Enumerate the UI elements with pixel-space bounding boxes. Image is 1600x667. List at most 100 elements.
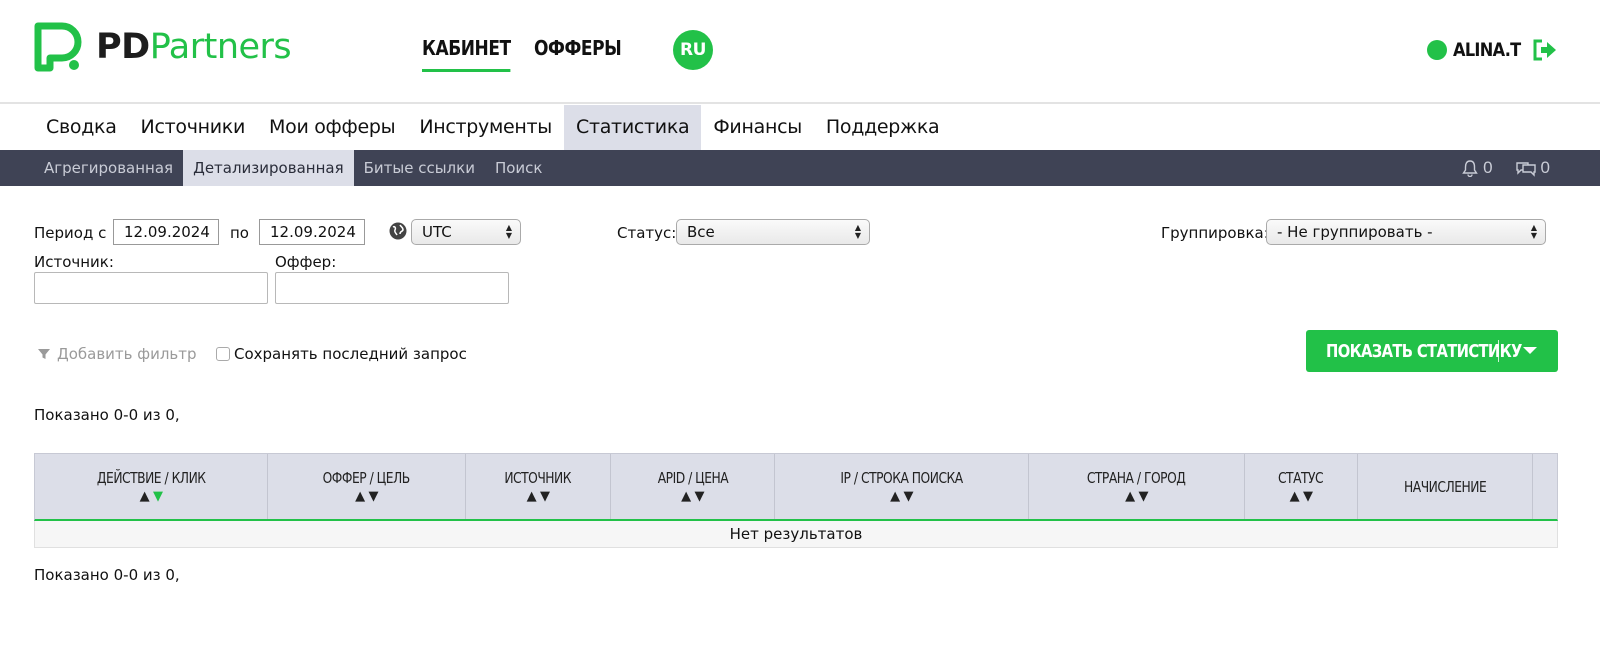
status-label: Статус: bbox=[617, 224, 677, 242]
submenu-aggregated[interactable]: Агрегированная bbox=[34, 150, 183, 186]
messages-counter[interactable]: 0 bbox=[1515, 158, 1550, 178]
submenu-search[interactable]: Поиск bbox=[485, 150, 553, 186]
show-statistics-label: ПОКАЗАТЬ СТАТИСТИКУ bbox=[1326, 340, 1522, 362]
sort-down-icon[interactable]: ▼ bbox=[1139, 489, 1149, 504]
sort-up-icon[interactable]: ▲ bbox=[1125, 489, 1135, 504]
sort-up-icon[interactable]: ▲ bbox=[681, 489, 691, 504]
save-last-request-checkbox[interactable] bbox=[216, 347, 230, 361]
globe-icon bbox=[389, 222, 407, 240]
menu-my-offers[interactable]: Мои офферы bbox=[257, 105, 407, 150]
save-last-request[interactable]: Сохранять последний запрос bbox=[216, 345, 467, 363]
menu-finance[interactable]: Финансы bbox=[701, 105, 814, 150]
notifications-counter[interactable]: 0 bbox=[1461, 158, 1493, 178]
user-menu[interactable]: ALINA.T bbox=[1427, 38, 1532, 62]
column-title: НАЧИСЛЕНИЕ bbox=[1403, 477, 1487, 496]
column-title: APID / ЦЕНА bbox=[657, 469, 728, 487]
counters: 0 0 bbox=[1461, 150, 1550, 186]
period-from-label: Период с bbox=[34, 224, 107, 242]
sort-up-icon[interactable]: ▲ bbox=[355, 489, 365, 504]
offer-input[interactable] bbox=[275, 272, 509, 304]
submenu-broken-links[interactable]: Битые ссылки bbox=[354, 150, 485, 186]
user-name: ALINA.T bbox=[1453, 39, 1521, 61]
save-last-request-label: Сохранять последний запрос bbox=[234, 345, 467, 363]
column-header[interactable]: ОФФЕР / ЦЕЛЬ ▲ ▼ bbox=[268, 454, 466, 519]
column-title: СТРАНА / ГОРОД bbox=[1087, 469, 1186, 487]
grouping-value: - Не группировать - bbox=[1277, 223, 1433, 241]
sort-down-icon[interactable]: ▼ bbox=[153, 489, 163, 504]
logo[interactable]: PD Partners bbox=[34, 22, 292, 72]
topnav-cabinet[interactable]: КАБИНЕТ bbox=[422, 36, 511, 72]
menu-sources[interactable]: Источники bbox=[129, 105, 257, 150]
chat-icon bbox=[1515, 162, 1536, 177]
source-label: Источник: bbox=[34, 253, 114, 271]
shown-count-bottom: Показано 0-0 из 0, bbox=[34, 566, 180, 584]
column-header[interactable]: СТРАНА / ГОРОД ▲ ▼ bbox=[1029, 454, 1245, 519]
show-statistics-button[interactable]: ПОКАЗАТЬ СТАТИСТИКУ bbox=[1306, 330, 1558, 372]
sort-down-icon[interactable]: ▼ bbox=[540, 489, 550, 504]
column-header-extra bbox=[1533, 454, 1557, 519]
logout-icon[interactable] bbox=[1533, 39, 1557, 61]
submenu-detailed[interactable]: Детализированная bbox=[183, 150, 354, 186]
column-header[interactable]: APID / ЦЕНА ▲ ▼ bbox=[611, 454, 775, 519]
sort-down-icon[interactable]: ▼ bbox=[695, 489, 705, 504]
logo-pd: PD bbox=[96, 27, 150, 67]
menu-statistics[interactable]: Статистика bbox=[563, 105, 702, 150]
main-menu: Сводка Источники Мои офферы Инструменты … bbox=[0, 105, 1600, 150]
language-button[interactable]: RU bbox=[673, 30, 713, 70]
grouping-select[interactable]: - Не группировать - ▲ ▼ bbox=[1266, 219, 1546, 245]
select-arrows-icon: ▲ ▼ bbox=[505, 223, 512, 240]
sort-icons[interactable]: ▲ ▼ bbox=[890, 489, 913, 504]
status-select[interactable]: Все ▲ ▼ bbox=[676, 219, 870, 245]
source-input[interactable] bbox=[34, 272, 268, 304]
column-header[interactable]: ДЕЙСТВИЕ / КЛИК ▲ ▼ bbox=[35, 454, 268, 519]
sort-icons[interactable]: ▲ ▼ bbox=[1125, 489, 1148, 504]
sort-down-icon[interactable]: ▼ bbox=[369, 489, 379, 504]
menu-support[interactable]: Поддержка bbox=[814, 105, 951, 150]
sort-down-icon[interactable]: ▼ bbox=[904, 489, 914, 504]
sort-up-icon[interactable]: ▲ bbox=[1290, 489, 1300, 504]
status-value: Все bbox=[687, 223, 715, 241]
sub-menu: Агрегированная Детализированная Битые сс… bbox=[0, 150, 1600, 186]
column-title: ИСТОЧНИК bbox=[504, 469, 572, 487]
sort-icons[interactable]: ▲ ▼ bbox=[355, 489, 378, 504]
grouping-label: Группировка: bbox=[1161, 224, 1269, 242]
column-header[interactable]: ИСТОЧНИК ▲ ▼ bbox=[466, 454, 611, 519]
sort-icons[interactable]: ▲ ▼ bbox=[527, 489, 550, 504]
top-header: PD Partners КАБИНЕТ ОФФЕРЫ RU ALINA.T bbox=[0, 0, 1600, 104]
timezone-select[interactable]: UTC ▲ ▼ bbox=[411, 219, 521, 245]
topnav-offers[interactable]: ОФФЕРЫ bbox=[534, 36, 622, 72]
sort-icons[interactable]: ▲ ▼ bbox=[140, 489, 163, 504]
column-header[interactable]: IP / СТРОКА ПОИСКА ▲ ▼ bbox=[775, 454, 1029, 519]
column-title: ДЕЙСТВИЕ / КЛИК bbox=[96, 469, 206, 487]
shown-count-top: Показано 0-0 из 0, bbox=[34, 406, 180, 424]
button-separator bbox=[1498, 340, 1499, 362]
period-to-label: по bbox=[230, 224, 249, 242]
select-arrows-icon: ▲ ▼ bbox=[1530, 223, 1537, 240]
sort-icons[interactable]: ▲ ▼ bbox=[681, 489, 704, 504]
select-arrows-icon: ▲ ▼ bbox=[854, 223, 861, 240]
timezone-value: UTC bbox=[422, 223, 452, 241]
logo-partners: Partners bbox=[149, 27, 292, 67]
column-header[interactable]: СТАТУС ▲ ▼ bbox=[1245, 454, 1358, 519]
sort-up-icon[interactable]: ▲ bbox=[527, 489, 537, 504]
statistics-table: ДЕЙСТВИЕ / КЛИК ▲ ▼ ОФФЕР / ЦЕЛЬ ▲ ▼ ИСТОЧ… bbox=[34, 453, 1558, 548]
column-title: СТАТУС bbox=[1278, 469, 1324, 487]
add-filter-button[interactable]: Добавить фильтр bbox=[37, 345, 197, 363]
empty-results-row: Нет результатов bbox=[34, 521, 1558, 548]
date-from-input[interactable]: 12.09.2024 bbox=[113, 219, 219, 245]
logo-text: PD Partners bbox=[96, 27, 292, 67]
menu-tools[interactable]: Инструменты bbox=[407, 105, 564, 150]
logo-mark-icon bbox=[34, 22, 82, 72]
sort-up-icon[interactable]: ▲ bbox=[140, 489, 150, 504]
date-to-input[interactable]: 12.09.2024 bbox=[259, 219, 365, 245]
add-filter-label: Добавить фильтр bbox=[57, 345, 197, 363]
sort-icons[interactable]: ▲ ▼ bbox=[1290, 489, 1313, 504]
column-header: НАЧИСЛЕНИЕ bbox=[1358, 454, 1533, 519]
caret-down-icon[interactable] bbox=[1523, 347, 1537, 354]
filter-icon bbox=[38, 349, 50, 359]
sort-down-icon[interactable]: ▼ bbox=[1303, 489, 1313, 504]
sort-up-icon[interactable]: ▲ bbox=[890, 489, 900, 504]
column-title: IP / СТРОКА ПОИСКА bbox=[840, 469, 963, 487]
menu-summary[interactable]: Сводка bbox=[34, 105, 129, 150]
table-header: ДЕЙСТВИЕ / КЛИК ▲ ▼ ОФФЕР / ЦЕЛЬ ▲ ▼ ИСТОЧ… bbox=[34, 453, 1558, 521]
